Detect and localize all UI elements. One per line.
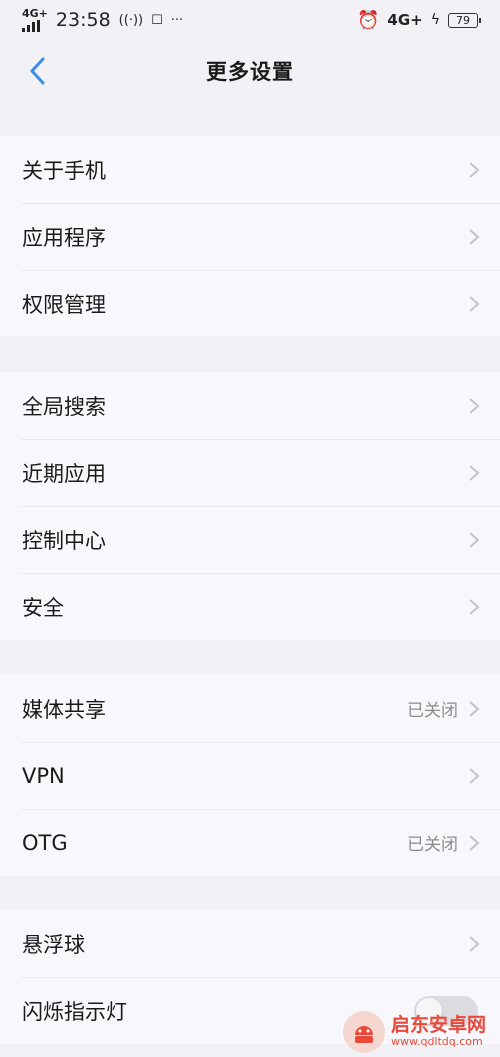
status-right: ⏰ 4G+ ϟ 79 bbox=[357, 9, 481, 31]
status-value: 已关闭 bbox=[407, 835, 458, 855]
chevron-right-icon bbox=[469, 464, 480, 481]
settings-item-recent-apps[interactable]: 近期应用 bbox=[0, 439, 500, 506]
navigation-bar: 更多设置 bbox=[0, 40, 500, 102]
settings-item-permissions[interactable]: 权限管理 bbox=[0, 270, 500, 337]
settings-item-vpn[interactable]: VPN bbox=[0, 742, 500, 809]
chevron-right-icon bbox=[469, 767, 480, 784]
chevron-right-icon bbox=[469, 935, 480, 952]
hotspot-icon: ((·)) bbox=[118, 12, 144, 28]
settings-item-label: 应用程序 bbox=[22, 225, 106, 250]
network-4g-icon: 4G+ bbox=[387, 11, 423, 29]
watermark-name: 启东安卓网 bbox=[390, 1014, 486, 1037]
settings-item-otg[interactable]: OTG 已关闭 bbox=[0, 809, 500, 876]
settings-item-label: 关于手机 bbox=[22, 158, 106, 183]
signal-4g-icon: 4G+ bbox=[22, 7, 48, 34]
alarm-icon: ⏰ bbox=[357, 9, 380, 31]
watermark-logo-icon bbox=[342, 1011, 385, 1053]
status-bar: 4G+ 23:58 ((·)) ☐ ··· ⏰ 4G+ ϟ 79 bbox=[0, 0, 500, 40]
settings-item-about-phone[interactable]: 关于手机 bbox=[0, 136, 500, 203]
settings-item-label: 权限管理 bbox=[22, 292, 106, 317]
settings-item-label: 全局搜索 bbox=[22, 394, 106, 419]
settings-group-3: 媒体共享 已关闭 VPN OTG 已关闭 bbox=[0, 675, 500, 876]
settings-item-security[interactable]: 安全 bbox=[0, 573, 500, 640]
settings-item-media-sharing[interactable]: 媒体共享 已关闭 bbox=[0, 675, 500, 742]
page-title: 更多设置 bbox=[206, 60, 294, 84]
chevron-right-icon bbox=[469, 228, 480, 245]
android-robot-icon bbox=[354, 1026, 373, 1043]
settings-item-global-search[interactable]: 全局搜索 bbox=[0, 372, 500, 439]
settings-item-label: 媒体共享 bbox=[22, 697, 106, 722]
settings-item-control-center[interactable]: 控制中心 bbox=[0, 506, 500, 573]
settings-item-floating-ball[interactable]: 悬浮球 bbox=[0, 910, 500, 977]
watermark-url: www.qdltdq.com bbox=[390, 1035, 483, 1049]
chevron-right-icon bbox=[469, 397, 480, 414]
chevron-right-icon bbox=[469, 700, 480, 717]
signal-bars-icon bbox=[22, 19, 40, 32]
settings-item-label: 闪烁指示灯 bbox=[22, 999, 127, 1024]
chevron-right-icon bbox=[469, 161, 480, 178]
charging-icon: ϟ bbox=[430, 12, 440, 28]
settings-item-label: VPN bbox=[22, 763, 65, 788]
status-left: 4G+ 23:58 ((·)) ☐ ··· bbox=[22, 7, 183, 34]
chevron-right-icon bbox=[469, 598, 480, 615]
settings-item-label: 近期应用 bbox=[22, 461, 106, 486]
more-dots-icon: ··· bbox=[170, 12, 184, 28]
settings-item-label: 安全 bbox=[22, 595, 64, 620]
chevron-right-icon bbox=[469, 531, 480, 548]
status-time: 23:58 bbox=[55, 9, 111, 31]
settings-group-2: 全局搜索 近期应用 控制中心 安全 bbox=[0, 372, 500, 640]
chevron-right-icon bbox=[469, 834, 480, 851]
watermark: 启东安卓网 www.qdltdq.com bbox=[342, 1011, 486, 1053]
chevron-left-icon bbox=[30, 57, 45, 85]
status-value: 已关闭 bbox=[407, 701, 458, 721]
settings-item-label: 控制中心 bbox=[22, 528, 106, 553]
settings-group-1: 关于手机 应用程序 权限管理 bbox=[0, 136, 500, 337]
settings-item-applications[interactable]: 应用程序 bbox=[0, 203, 500, 270]
settings-item-label: 悬浮球 bbox=[22, 932, 85, 957]
battery-icon: 79 bbox=[448, 12, 481, 28]
back-button[interactable] bbox=[22, 54, 52, 88]
chevron-right-icon bbox=[469, 295, 480, 312]
screenshot-icon: ☐ bbox=[151, 12, 163, 28]
settings-item-label: OTG bbox=[22, 830, 68, 855]
